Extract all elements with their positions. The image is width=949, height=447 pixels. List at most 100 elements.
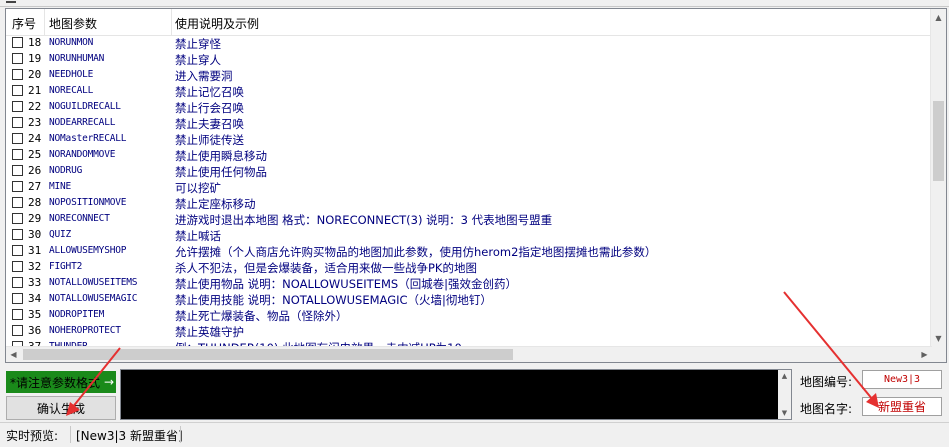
row-checkbox[interactable] xyxy=(12,325,23,336)
row-param: NODROPITEM xyxy=(49,309,105,320)
table-row[interactable]: 20 NEEDHOLE 进入需要洞 xyxy=(6,67,932,83)
table-row[interactable]: 34 NOTALLOWUSEMAGIC 禁止使用技能 说明：NOTALLOWUSEM… xyxy=(6,291,932,307)
table-row[interactable]: 32 FIGHT2 杀人不犯法，但是会爆装备，适合用来做一些战争PK的地图 xyxy=(6,259,932,275)
row-description: 允许摆摊（个人商店允许购买物品的地图加此参数，使用仿herom2指定地图摆摊也需… xyxy=(175,245,657,259)
table-row[interactable]: 29 NORECONNECT 进游戏时退出本地图 格式：NORECONNECT(3)… xyxy=(6,211,932,227)
row-param: MINE xyxy=(49,181,72,192)
confirm-generate-button[interactable]: 确认生成 xyxy=(6,396,116,420)
row-checkbox[interactable] xyxy=(12,149,23,160)
right-arrow-icon: → xyxy=(103,375,114,389)
row-index: 34 xyxy=(28,292,42,305)
horizontal-scroll-thumb[interactable] xyxy=(23,349,513,360)
row-index: 21 xyxy=(28,84,42,97)
row-description: 禁止使用技能 说明：NOTALLOWUSEMAGIC（火墙|彻地钉） xyxy=(175,293,492,307)
row-checkbox[interactable] xyxy=(12,165,23,176)
row-description: 可以挖矿 xyxy=(175,181,221,195)
table-row[interactable]: 36 NOHEROPROTECT 禁止英雄守护 xyxy=(6,323,932,339)
row-description: 禁止定座标移动 xyxy=(175,197,256,211)
column-header-param[interactable]: 地图参数 xyxy=(49,15,97,32)
row-checkbox[interactable] xyxy=(12,213,23,224)
row-param: NORECALL xyxy=(49,85,94,96)
row-index: 33 xyxy=(28,276,42,289)
row-checkbox[interactable] xyxy=(12,277,23,288)
column-header-index[interactable]: 序号 xyxy=(12,15,36,32)
row-checkbox[interactable] xyxy=(12,261,23,272)
row-param: NOHEROPROTECT xyxy=(49,325,121,336)
output-scrollbar[interactable]: ▲ ▼ xyxy=(778,370,791,419)
row-description: 进游戏时退出本地图 格式：NORECONNECT(3) 说明：3 代表地图号盟重 xyxy=(175,213,553,227)
row-index: 31 xyxy=(28,244,42,257)
row-checkbox[interactable] xyxy=(12,133,23,144)
table-row[interactable]: 22 NOGUILDRECALL 禁止行会召唤 xyxy=(6,99,932,115)
row-description: 杀人不犯法，但是会爆装备，适合用来做一些战争PK的地图 xyxy=(175,261,477,275)
row-index: 35 xyxy=(28,308,42,321)
row-checkbox[interactable] xyxy=(12,197,23,208)
table-row[interactable]: 21 NORECALL 禁止记忆召唤 xyxy=(6,83,932,99)
output-scroll-up-icon[interactable]: ▲ xyxy=(778,370,791,382)
row-checkbox[interactable] xyxy=(12,53,23,64)
map-name-field[interactable]: 新盟重省 xyxy=(862,397,942,416)
scroll-up-arrow-icon[interactable]: ▲ xyxy=(931,9,946,26)
row-param: NOPOSITIONMOVE xyxy=(49,197,127,208)
row-index: 25 xyxy=(28,148,42,161)
row-checkbox[interactable] xyxy=(12,69,23,80)
column-separator[interactable] xyxy=(171,9,172,35)
scroll-left-arrow-icon[interactable]: ◀ xyxy=(6,347,21,362)
row-checkbox[interactable] xyxy=(12,117,23,128)
row-description: 禁止记忆召唤 xyxy=(175,85,244,99)
row-checkbox[interactable] xyxy=(12,85,23,96)
row-checkbox[interactable] xyxy=(12,309,23,320)
scroll-right-arrow-icon[interactable]: ▶ xyxy=(917,347,932,362)
row-checkbox[interactable] xyxy=(12,229,23,240)
table-row[interactable]: 18 NORUNMON 禁止穿怪 xyxy=(6,35,932,51)
table-row[interactable]: 19 NORUNHUMAN 禁止穿人 xyxy=(6,51,932,67)
table-row[interactable]: 27 MINE 可以挖矿 xyxy=(6,179,932,195)
scroll-down-arrow-icon[interactable]: ▼ xyxy=(931,330,946,347)
table-row[interactable]: 23 NODEARRECALL 禁止夫妻召唤 xyxy=(6,115,932,131)
row-param: NORANDOMMOVE xyxy=(49,149,116,160)
status-bar: 实时预览: [New3|3 新盟重省] xyxy=(0,422,949,447)
row-checkbox[interactable] xyxy=(12,293,23,304)
row-description: 禁止英雄守护 xyxy=(175,325,244,339)
row-description: 进入需要洞 xyxy=(175,69,233,83)
vertical-scroll-thumb[interactable] xyxy=(933,101,944,181)
map-id-label: 地图编号: xyxy=(800,375,853,389)
row-param: ALLOWUSEMYSHOP xyxy=(49,245,127,256)
output-scroll-down-icon[interactable]: ▼ xyxy=(778,407,791,419)
row-param: NODRUG xyxy=(49,165,83,176)
row-index: 23 xyxy=(28,116,42,129)
column-separator[interactable] xyxy=(44,9,45,35)
table-row[interactable]: 30 QUIZ 禁止喊话 xyxy=(6,227,932,243)
table-row[interactable]: 25 NORANDOMMOVE 禁止使用瞬息移动 xyxy=(6,147,932,163)
row-description: 禁止夫妻召唤 xyxy=(175,117,244,131)
table-row[interactable]: 31 ALLOWUSEMYSHOP 允许摆摊（个人商店允许购买物品的地图加此参数，使… xyxy=(6,243,932,259)
row-description: 禁止穿怪 xyxy=(175,37,221,51)
column-header-desc[interactable]: 使用说明及示例 xyxy=(175,15,259,32)
row-param: NOTALLOWUSEMAGIC xyxy=(49,293,138,304)
row-checkbox[interactable] xyxy=(12,181,23,192)
row-checkbox[interactable] xyxy=(12,245,23,256)
row-checkbox[interactable] xyxy=(12,37,23,48)
horizontal-scrollbar[interactable]: ◀ ▶ xyxy=(6,346,932,362)
row-description: 禁止使用任何物品 xyxy=(175,165,267,179)
table-row[interactable]: 26 NODRUG 禁止使用任何物品 xyxy=(6,163,932,179)
vertical-scrollbar[interactable]: ▲ ▼ xyxy=(930,9,946,347)
table-row[interactable]: 28 NOPOSITIONMOVE 禁止定座标移动 xyxy=(6,195,932,211)
table-row[interactable]: 35 NODROPITEM 禁止死亡爆装备、物品（怪除外） xyxy=(6,307,932,323)
table-row[interactable]: 33 NOTALLOWUSEITEMS 禁止使用物品 说明：NOALLOWUSEIT… xyxy=(6,275,932,291)
row-param: NOTALLOWUSEITEMS xyxy=(49,277,138,288)
row-param: QUIZ xyxy=(49,229,72,240)
row-param: NOMasterRECALL xyxy=(49,133,127,144)
table-row[interactable]: 24 NOMasterRECALL 禁止师徒传送 xyxy=(6,131,932,147)
row-param: NORUNMON xyxy=(49,37,94,48)
row-description: 禁止死亡爆装备、物品（怪除外） xyxy=(175,309,348,323)
row-description: 禁止师徒传送 xyxy=(175,133,244,147)
row-checkbox[interactable] xyxy=(12,101,23,112)
map-param-list[interactable]: 序号 地图参数 使用说明及示例 18 NORUNMON 禁止穿怪 19 NORUNHUM… xyxy=(5,8,947,363)
map-name-label: 地图名字: xyxy=(800,402,853,416)
map-id-field[interactable]: New3|3 xyxy=(862,370,942,389)
output-textarea[interactable] xyxy=(120,369,792,420)
row-index: 30 xyxy=(28,228,42,241)
row-index: 19 xyxy=(28,52,42,65)
row-param: FIGHT2 xyxy=(49,261,83,272)
